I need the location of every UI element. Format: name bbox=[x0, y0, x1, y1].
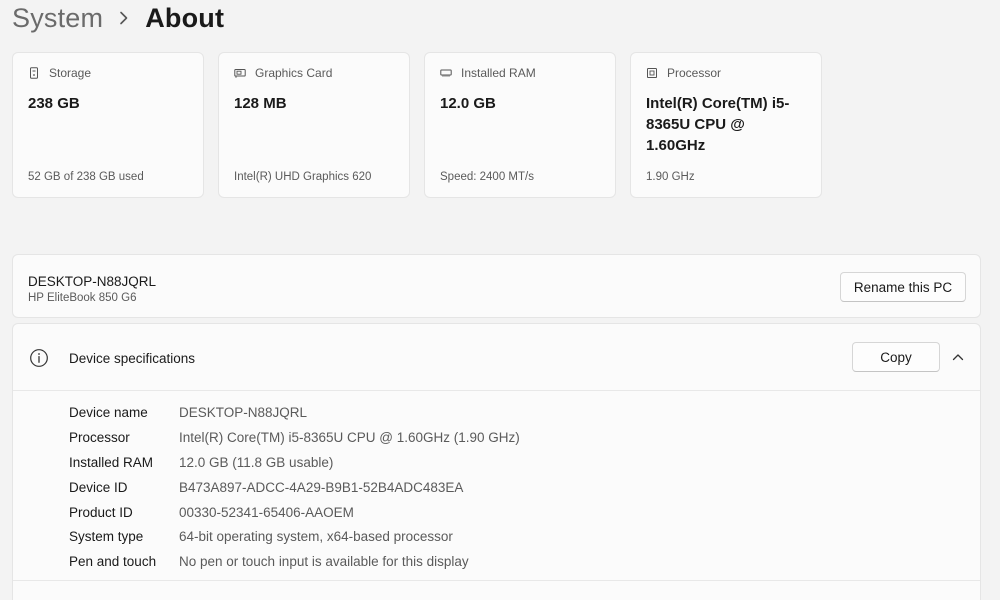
spec-row-device-name: Device name DESKTOP-N88JQRL bbox=[69, 400, 520, 425]
graphics-card-value: 128 MB bbox=[234, 95, 287, 112]
processor-icon bbox=[646, 67, 658, 79]
ram-card-value: 12.0 GB bbox=[440, 95, 496, 112]
info-icon bbox=[29, 348, 49, 368]
spec-value: No pen or touch input is available for t… bbox=[179, 554, 469, 570]
ram-icon bbox=[440, 67, 452, 79]
divider bbox=[13, 580, 980, 581]
storage-card-title: Storage bbox=[49, 66, 92, 80]
chevron-up-icon[interactable] bbox=[951, 350, 965, 364]
pc-model: HP EliteBook 850 G6 bbox=[28, 292, 137, 304]
spec-value: 12.0 GB (11.8 GB usable) bbox=[179, 454, 334, 470]
graphics-card-icon bbox=[234, 67, 246, 79]
graphics-card-card: Graphics Card 128 MB Intel(R) UHD Graphi… bbox=[218, 52, 410, 198]
page-title: About bbox=[145, 2, 225, 33]
spec-label: Device name bbox=[69, 404, 148, 420]
processor-card-title: Processor bbox=[667, 66, 722, 80]
graphics-card-footer: Intel(R) UHD Graphics 620 bbox=[234, 171, 372, 183]
processor-card-value: Intel(R) Core(TM) i5-8365U CPU @ 1.60GHz bbox=[646, 95, 790, 154]
copy-button[interactable]: Copy bbox=[852, 342, 940, 372]
device-specifications-title: Device specifications bbox=[69, 351, 196, 366]
about-page: System About Storage 238 GB 52 GB of 238… bbox=[0, 0, 1000, 600]
spec-value: B473A897-ADCC-4A29-B9B1-52B4ADC483EA bbox=[179, 479, 464, 495]
spec-row-installed-ram: Installed RAM 12.0 GB (11.8 GB usable) bbox=[69, 450, 520, 475]
spec-row-product-id: Product ID 00330-52341-65406-AAOEM bbox=[69, 500, 520, 525]
spec-row-device-id: Device ID B473A897-ADCC-4A29-B9B1-52B4AD… bbox=[69, 475, 520, 500]
device-specifications-header[interactable]: Device specifications Copy bbox=[13, 324, 980, 391]
breadcrumb-system-link[interactable]: System bbox=[12, 3, 103, 34]
storage-card-footer: 52 GB of 238 GB used bbox=[28, 171, 144, 183]
spec-label: System type bbox=[69, 529, 144, 545]
device-specifications-list: Device name DESKTOP-N88JQRL Processor In… bbox=[69, 400, 520, 574]
pc-name: DESKTOP-N88JQRL bbox=[28, 274, 157, 289]
chevron-right-icon bbox=[119, 11, 129, 25]
storage-card: Storage 238 GB 52 GB of 238 GB used bbox=[12, 52, 204, 198]
spec-label: Device ID bbox=[69, 479, 128, 495]
spec-label: Processor bbox=[69, 429, 130, 445]
ram-card-footer: Speed: 2400 MT/s bbox=[440, 171, 534, 183]
breadcrumb: System About bbox=[12, 0, 224, 40]
spec-value: 00330-52341-65406-AAOEM bbox=[179, 504, 354, 520]
spec-label: Installed RAM bbox=[69, 454, 154, 470]
rename-pc-button[interactable]: Rename this PC bbox=[840, 272, 966, 302]
pc-name-panel: DESKTOP-N88JQRL HP EliteBook 850 G6 Rena… bbox=[12, 254, 981, 318]
spec-value: Intel(R) Core(TM) i5-8365U CPU @ 1.60GHz… bbox=[179, 429, 520, 445]
device-specifications-panel: Device specifications Copy Device name D… bbox=[12, 323, 981, 600]
spec-label: Pen and touch bbox=[69, 554, 157, 570]
spec-row-system-type: System type 64-bit operating system, x64… bbox=[69, 524, 520, 549]
spec-row-processor: Processor Intel(R) Core(TM) i5-8365U CPU… bbox=[69, 425, 520, 450]
storage-icon bbox=[28, 67, 40, 79]
spec-value: DESKTOP-N88JQRL bbox=[179, 404, 308, 420]
spec-label: Product ID bbox=[69, 504, 133, 520]
processor-card-footer: 1.90 GHz bbox=[646, 171, 695, 183]
graphics-card-title: Graphics Card bbox=[255, 66, 333, 80]
ram-card-title: Installed RAM bbox=[461, 66, 536, 80]
ram-card: Installed RAM 12.0 GB Speed: 2400 MT/s bbox=[424, 52, 616, 198]
spec-row-pen-and-touch: Pen and touch No pen or touch input is a… bbox=[69, 549, 520, 574]
storage-card-value: 238 GB bbox=[28, 95, 80, 112]
processor-card: Processor Intel(R) Core(TM) i5-8365U CPU… bbox=[630, 52, 822, 198]
spec-value: 64-bit operating system, x64-based proce… bbox=[179, 529, 453, 545]
